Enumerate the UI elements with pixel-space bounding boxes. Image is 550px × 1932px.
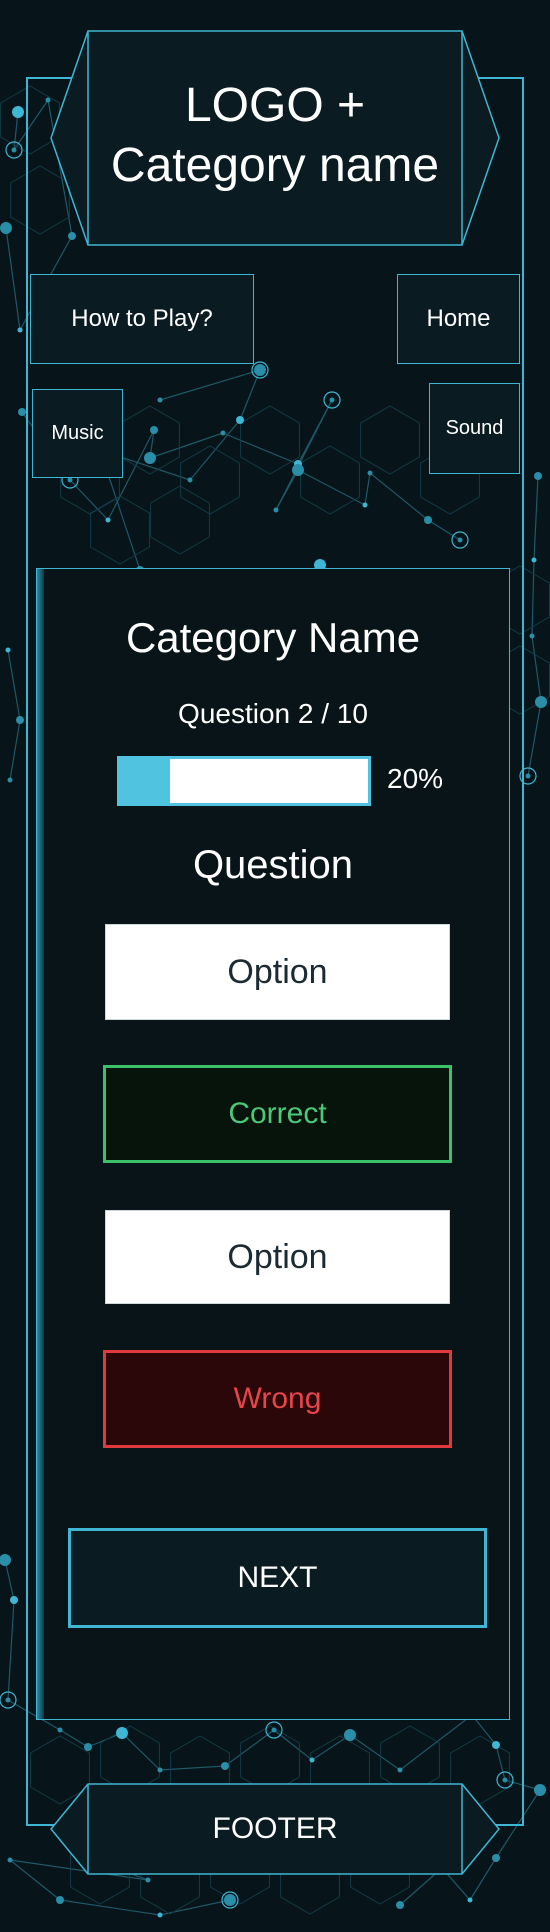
progress-bar-fill bbox=[120, 759, 170, 803]
footer-banner: FOOTER bbox=[50, 1783, 500, 1875]
answer-option-correct[interactable]: Correct bbox=[103, 1065, 452, 1163]
footer-text: FOOTER bbox=[212, 1812, 338, 1845]
sound-button[interactable]: Sound bbox=[429, 383, 520, 474]
music-button[interactable]: Music bbox=[32, 389, 123, 478]
progress-bar bbox=[117, 756, 371, 806]
card-edge-accent bbox=[37, 569, 44, 1719]
answer-option-wrong[interactable]: Wrong bbox=[103, 1350, 452, 1448]
how-to-play-button[interactable]: How to Play? bbox=[30, 274, 254, 364]
category-title: Category Name bbox=[125, 614, 421, 661]
question-text: Question bbox=[192, 843, 354, 887]
logo-title: LOGO + Category name bbox=[110, 79, 440, 192]
next-button[interactable]: NEXT bbox=[68, 1528, 487, 1628]
answer-option-3[interactable]: Option bbox=[105, 1210, 450, 1304]
answer-option-1[interactable]: Option bbox=[105, 924, 450, 1020]
question-counter: Question 2 / 10 bbox=[178, 698, 368, 729]
progress-percent: 20% bbox=[387, 763, 444, 794]
home-button[interactable]: Home bbox=[397, 274, 520, 364]
header-banner: LOGO + Category name bbox=[50, 30, 500, 246]
